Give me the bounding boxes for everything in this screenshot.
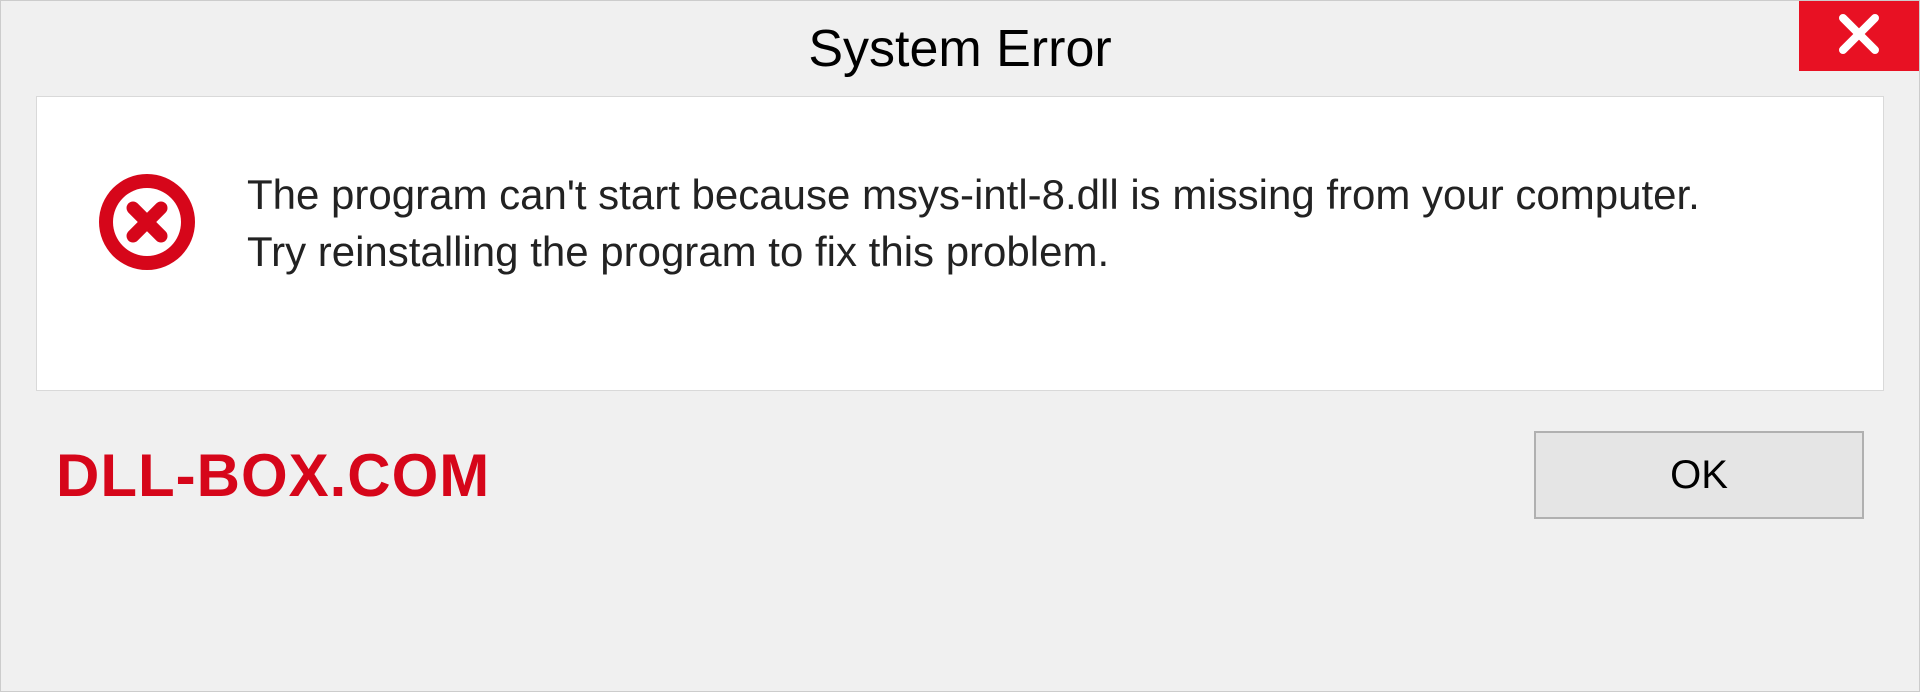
ok-button-label: OK [1670, 453, 1728, 498]
ok-button[interactable]: OK [1534, 431, 1864, 519]
titlebar: System Error [1, 1, 1919, 96]
content-area: The program can't start because msys-int… [36, 96, 1884, 391]
watermark-text: DLL-BOX.COM [56, 441, 490, 510]
footer-area: DLL-BOX.COM OK [1, 391, 1919, 559]
close-icon [1835, 10, 1883, 63]
error-dialog: System Error The program can't start bec… [0, 0, 1920, 692]
error-message: The program can't start because msys-int… [247, 167, 1747, 280]
close-button[interactable] [1799, 1, 1919, 71]
dialog-title: System Error [808, 19, 1111, 79]
error-icon [97, 172, 197, 272]
